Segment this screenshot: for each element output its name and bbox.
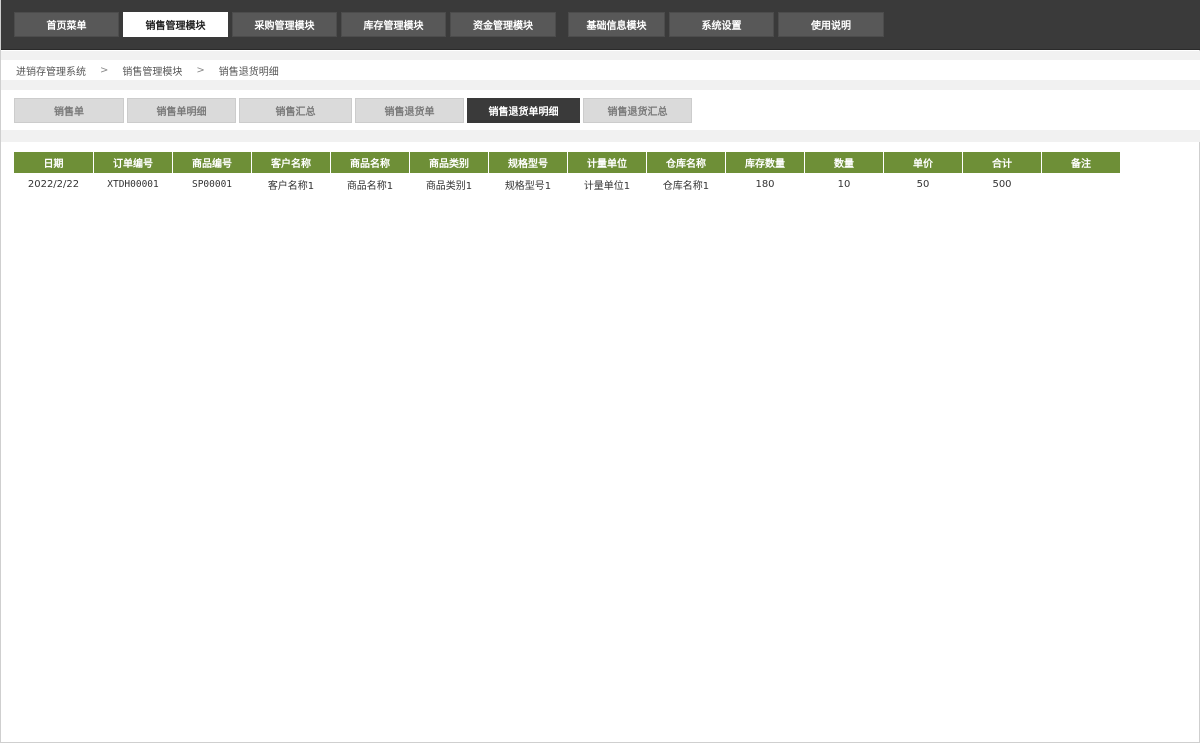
top-nav-help[interactable]: 使用说明 xyxy=(778,12,884,37)
column-header-customer: 客户名称 xyxy=(252,152,331,173)
top-nav-inventory[interactable]: 库存管理模块 xyxy=(341,12,446,37)
breadcrumb-sales-module[interactable]: 销售管理模块 xyxy=(122,63,182,78)
top-nav-funds[interactable]: 资金管理模块 xyxy=(450,12,556,37)
column-header-product-name: 商品名称 xyxy=(331,152,410,173)
column-header-unit: 计量单位 xyxy=(568,152,647,173)
breadcrumb-system[interactable]: 进销存管理系统 xyxy=(16,63,86,78)
top-nav-purchase[interactable]: 采购管理模块 xyxy=(232,12,337,37)
sub-nav-sales-order[interactable]: 销售单 xyxy=(14,98,124,123)
top-nav-home[interactable]: 首页菜单 xyxy=(14,12,119,37)
top-nav-basic-info[interactable]: 基础信息模块 xyxy=(568,12,665,37)
column-header-warehouse: 仓库名称 xyxy=(647,152,726,173)
cell-product-no: SP00001 xyxy=(173,173,252,195)
sub-nav: 销售单 销售单明细 销售汇总 销售退货单 销售退货单明细 销售退货汇总 xyxy=(1,90,1200,130)
sales-return-detail-table: 日期 订单编号 商品编号 客户名称 商品名称 商品类别 规格型号 计量单位 仓库… xyxy=(14,152,1121,195)
sub-nav-sales-return-summary[interactable]: 销售退货汇总 xyxy=(583,98,692,123)
column-header-remarks: 备注 xyxy=(1042,152,1121,173)
breadcrumb: 进销存管理系统 > 销售管理模块 > 销售退货明细 xyxy=(1,60,1200,80)
cell-unit: 计量单位1 xyxy=(568,173,647,195)
column-header-total: 合计 xyxy=(963,152,1042,173)
cell-unit-price: 50 xyxy=(884,173,963,195)
column-header-product-no: 商品编号 xyxy=(173,152,252,173)
breadcrumb-separator: > xyxy=(196,64,205,76)
separator-band xyxy=(1,80,1200,90)
table-row[interactable]: 2022/2/22 XTDH00001 SP00001 客户名称1 商品名称1 … xyxy=(14,173,1121,195)
table-header-row: 日期 订单编号 商品编号 客户名称 商品名称 商品类别 规格型号 计量单位 仓库… xyxy=(14,152,1121,173)
cell-date: 2022/2/22 xyxy=(14,173,94,195)
cell-spec: 规格型号1 xyxy=(489,173,568,195)
sub-nav-sales-return-order[interactable]: 销售退货单 xyxy=(355,98,464,123)
breadcrumb-separator: > xyxy=(100,64,109,76)
column-header-qty: 数量 xyxy=(805,152,884,173)
sub-nav-sales-order-detail[interactable]: 销售单明细 xyxy=(127,98,236,123)
sub-nav-sales-summary[interactable]: 销售汇总 xyxy=(239,98,352,123)
cell-product-name: 商品名称1 xyxy=(331,173,410,195)
cell-warehouse: 仓库名称1 xyxy=(647,173,726,195)
cell-order-no: XTDH00001 xyxy=(94,173,173,195)
top-nav-settings[interactable]: 系统设置 xyxy=(669,12,774,37)
cell-product-category: 商品类别1 xyxy=(410,173,489,195)
cell-total: 500 xyxy=(963,173,1042,195)
top-nav-sales[interactable]: 销售管理模块 xyxy=(123,12,228,37)
column-header-spec: 规格型号 xyxy=(489,152,568,173)
cell-stock-qty: 180 xyxy=(726,173,805,195)
column-header-order-no: 订单编号 xyxy=(94,152,173,173)
column-header-unit-price: 单价 xyxy=(884,152,963,173)
column-header-product-category: 商品类别 xyxy=(410,152,489,173)
cell-remarks xyxy=(1042,173,1121,195)
breadcrumb-current-page: 销售退货明细 xyxy=(218,66,279,78)
cell-customer: 客户名称1 xyxy=(252,173,331,195)
sub-nav-sales-return-detail[interactable]: 销售退货单明细 xyxy=(467,98,580,123)
separator-band xyxy=(1,130,1200,142)
separator-band xyxy=(1,51,1200,60)
column-header-date: 日期 xyxy=(14,152,94,173)
top-nav-bar: 首页菜单 销售管理模块 采购管理模块 库存管理模块 资金管理模块 基础信息模块 … xyxy=(1,0,1200,50)
cell-qty: 10 xyxy=(805,173,884,195)
column-header-stock-qty: 库存数量 xyxy=(726,152,805,173)
